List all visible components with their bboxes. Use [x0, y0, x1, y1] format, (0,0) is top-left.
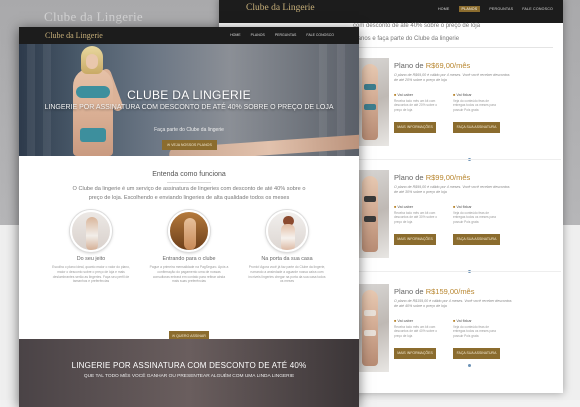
background-logo: Clube da Lingerie: [44, 9, 143, 24]
step-card: Do seu jeito Escolha o plano ideal, quan…: [51, 210, 131, 284]
home-menu-fale-conosco[interactable]: FALE CONOSCO: [306, 33, 334, 37]
home-page-mockup: Clube da Lingerie HOME PLANOS PERGUNTAS …: [19, 27, 359, 407]
plan-feature-b-desc: Veja do conteúdo feas de entregas todos …: [453, 325, 496, 338]
plan-subscribe-button[interactable]: FAÇA SUA ASSINATURA: [453, 234, 500, 245]
divider: [167, 182, 211, 183]
plan-price: R$159,00/mês: [425, 287, 475, 296]
plan-feature-b-label: Vai fixkar: [453, 319, 471, 323]
plan-feature-a-label: Vai caber: [394, 319, 413, 323]
plan-card: Plano de R$99,00/mês O plano de R$99,00 …: [353, 170, 561, 273]
step-card: Na porta da sua casa Pronto! Agora você …: [247, 210, 327, 284]
plan-feature-a-desc: Receba todo mês um kit com descontos de …: [394, 325, 438, 338]
plan-title: Plano de R$69,00/mês: [394, 61, 471, 70]
hero-title: CLUBE DA LINGERIE: [127, 88, 251, 102]
plan-title: Plano de R$159,00/mês: [394, 287, 475, 296]
plans-menu-perguntas[interactable]: PERGUNTAS: [489, 7, 513, 12]
step-photo: [168, 210, 210, 252]
plan-feature-a-label: Vai caber: [394, 205, 413, 209]
plan-more-info-button[interactable]: MAIS INFORMAÇÕES: [394, 348, 436, 359]
step-description: Escolha o plano ideal, quanto maior o va…: [52, 265, 130, 284]
home-menu-home[interactable]: HOME: [230, 33, 241, 37]
divider: [353, 159, 561, 160]
plan-card: Plano de R$159,00/mês O plano de R$159,0…: [353, 284, 561, 384]
plans-intro-line-1: com desconto de até 40% sobre o preço de…: [353, 23, 481, 29]
hero-banner: CLUBE DA LINGERIE LINGERIE POR ASSINATUR…: [19, 44, 359, 156]
step-title: Do seu jeito: [76, 256, 106, 262]
plan-price: R$99,00/mês: [425, 173, 471, 182]
hero-subtitle: LINGERIE POR ASSINATURA COM DESCONTO DE …: [44, 104, 334, 111]
divider: [353, 47, 553, 48]
plan-more-info-button[interactable]: MAIS INFORMAÇÕES: [394, 234, 436, 245]
how-it-works-section: Entenda como funciona O Clube da lingeri…: [19, 156, 359, 342]
plan-note: O plano de R$159,00 é válido por 4 meses…: [394, 299, 512, 308]
divider: [353, 271, 561, 272]
dot: [468, 364, 471, 367]
home-navbar: Clube da Lingerie HOME PLANOS PERGUNTAS …: [19, 27, 359, 44]
plan-more-info-button[interactable]: MAIS INFORMAÇÕES: [394, 122, 436, 133]
step-card: Entrando para o clube Pague a primeira m…: [149, 210, 229, 284]
hero-cta-text: Faça parte do Clube da lingerie: [154, 127, 224, 133]
plan-title: Plano de R$99,00/mês: [394, 173, 471, 182]
home-logo[interactable]: Clube da Lingerie: [45, 31, 103, 40]
step-description: Pague a primeira mensalidade na PagSegur…: [149, 265, 229, 284]
plan-feature-a-label: Vai caber: [394, 93, 413, 97]
plans-intro-line-2: planos e faça parte do Clube da lingerie: [353, 36, 460, 42]
step-title: Entrando para o clube: [162, 256, 216, 262]
promo-title: LINGERIE POR ASSINATURA COM DESCONTO DE …: [71, 361, 307, 370]
plans-menu-planos[interactable]: PLANOS: [458, 6, 481, 12]
promo-banner: LINGERIE POR ASSINATURA COM DESCONTO DE …: [19, 339, 359, 407]
home-menu-planos[interactable]: PLANOS: [251, 33, 265, 37]
plan-feature-a-desc: Receba todo mês um kit com descontos de …: [394, 211, 438, 224]
plans-menu: HOME PLANOS PERGUNTAS FALE CONOSCO: [438, 6, 553, 12]
plans-menu-fale-conosco[interactable]: FALE CONOSCO: [522, 7, 553, 12]
section-description: O Clube da lingerie é um serviço de assi…: [72, 186, 306, 201]
plan-feature-a-desc: Receba todo mês um kit com descontos de …: [394, 99, 438, 112]
step-title: Na porta da sua casa: [261, 256, 313, 262]
view-plans-button[interactable]: VEJA NOSSOS PLANOS: [162, 140, 217, 150]
home-menu-perguntas[interactable]: PERGUNTAS: [275, 33, 297, 37]
plan-subscribe-button[interactable]: FAÇA SUA ASSINATURA: [453, 122, 500, 133]
home-menu: HOME PLANOS PERGUNTAS FALE CONOSCO: [230, 33, 334, 37]
plan-note: O plano de R$99,00 é válido por 4 meses.…: [394, 185, 510, 194]
plan-note: O plano de R$69,00 é válido por 4 meses.…: [394, 73, 510, 82]
step-description: Pronto! Agora você já faz parte do Clube…: [248, 265, 326, 284]
plan-subscribe-button[interactable]: FAÇA SUA ASSINATURA: [453, 348, 500, 359]
promo-subtitle: QUE TAL TODO MÊS VOCÊ GANHAR OU PRESENTE…: [83, 374, 295, 379]
section-title: Entenda como funciona: [152, 171, 226, 178]
plans-logo[interactable]: Clube da Lingerie: [246, 3, 315, 13]
plan-feature-b-label: Vai fixkar: [453, 205, 471, 209]
plan-feature-b-desc: Veja do conteúdo feas de entregas todos …: [453, 211, 496, 224]
plan-feature-b-desc: Veja do conteúdo feas de entregas todos …: [453, 99, 496, 112]
plan-feature-b-label: Vai fixkar: [453, 93, 471, 97]
step-photo: [70, 210, 112, 252]
plan-card: Plano de R$69,00/mês O plano de R$69,00 …: [353, 58, 561, 161]
plans-navbar: Clube da Lingerie HOME PLANOS PERGUNTAS …: [219, 0, 563, 23]
step-photo: [266, 210, 308, 252]
plans-menu-home[interactable]: HOME: [438, 7, 450, 12]
plan-price: R$69,00/mês: [425, 61, 471, 70]
